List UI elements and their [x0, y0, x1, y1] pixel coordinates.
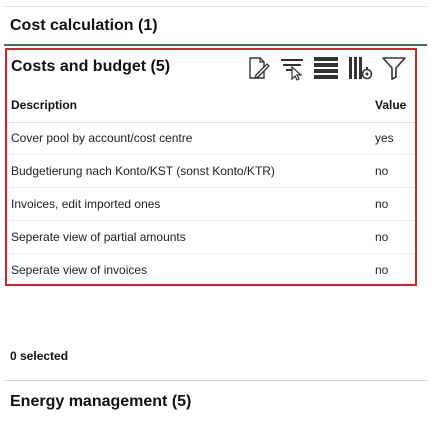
row-description: Cover pool by account/cost centre	[11, 131, 193, 145]
row-value: no	[375, 197, 389, 211]
column-settings-button[interactable]	[345, 54, 375, 82]
table-row[interactable]: Budgetierung nach Konto/KST (sonst Konto…	[7, 155, 415, 188]
filter-selection-button[interactable]	[277, 54, 307, 82]
table-body: Cover pool by account/cost centre yes Bu…	[7, 122, 415, 286]
row-description: Budgetierung nach Konto/KST (sonst Konto…	[11, 164, 275, 178]
panel-title[interactable]: Costs and budget (5)	[11, 56, 170, 78]
section-header-cost-calculation[interactable]: Cost calculation (1)	[10, 14, 158, 38]
table-row[interactable]: Seperate view of partial amounts no	[7, 221, 415, 254]
column-header-value[interactable]: Value	[375, 88, 406, 122]
page: Cost calculation (1) Costs and budget (5…	[0, 0, 431, 425]
rows-icon	[314, 57, 338, 79]
filter-button[interactable]	[379, 54, 409, 82]
costs-and-budget-panel: Costs and budget (5) Description Value C…	[5, 48, 417, 286]
table-row[interactable]: Cover pool by account/cost centre yes	[7, 122, 415, 155]
filter-select-icon	[281, 59, 303, 81]
panel-toolbar	[243, 54, 409, 82]
filter-icon	[382, 57, 406, 80]
row-value: yes	[375, 131, 394, 145]
column-header-description[interactable]: Description	[11, 88, 77, 122]
row-value: no	[375, 263, 389, 277]
row-value: no	[375, 230, 389, 244]
row-description: Invoices, edit imported ones	[11, 197, 161, 211]
table-row[interactable]: Invoices, edit imported ones no	[7, 188, 415, 221]
column-settings-icon	[349, 57, 373, 80]
top-divider	[4, 6, 427, 7]
selected-count: 0 selected	[10, 349, 69, 363]
section-divider	[4, 44, 427, 46]
edit-button[interactable]	[243, 54, 273, 82]
edit-icon	[249, 57, 270, 80]
section-header-energy-management[interactable]: Energy management (5)	[10, 390, 191, 414]
table-row[interactable]: Seperate view of invoices no	[7, 254, 415, 286]
row-description: Seperate view of partial amounts	[11, 230, 186, 244]
row-description: Seperate view of invoices	[11, 263, 148, 277]
row-density-button[interactable]	[311, 54, 341, 82]
row-value: no	[375, 164, 389, 178]
bottom-divider	[4, 380, 427, 381]
table-header: Description Value	[7, 88, 415, 123]
